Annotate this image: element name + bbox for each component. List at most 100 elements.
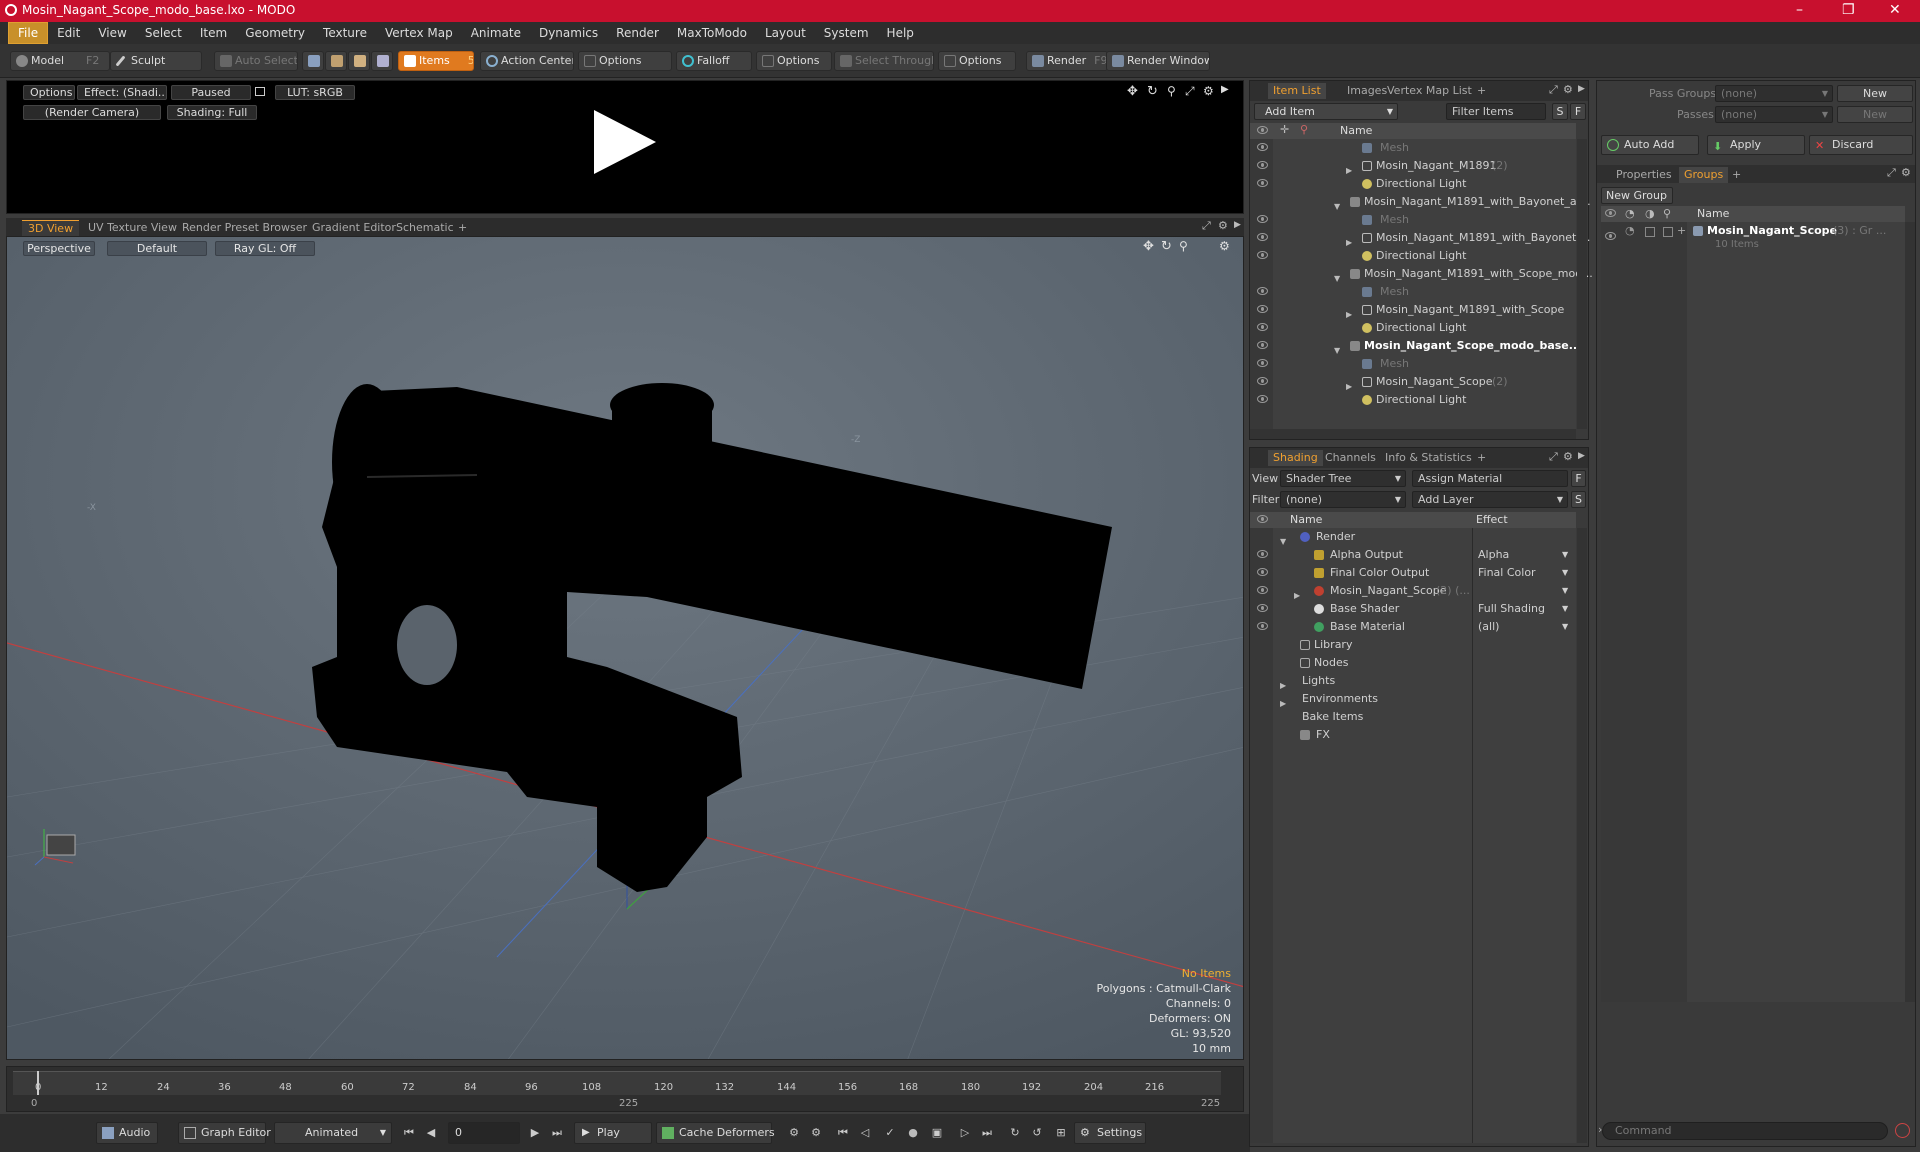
preview-lut-dropdown[interactable]: LUT: sRGB bbox=[275, 85, 355, 100]
apply-button[interactable]: ⬇ Apply bbox=[1707, 135, 1805, 155]
tab-item-list[interactable]: Item List bbox=[1268, 83, 1326, 99]
item-row[interactable]: ▼ Mosin_Nagant_M1891_with_Bayonet_a ... bbox=[1250, 193, 1591, 211]
zoom-icon[interactable]: ⚲ bbox=[1179, 239, 1188, 253]
gear-icon[interactable]: ⚙ bbox=[1563, 450, 1573, 463]
shader-row[interactable]: ▶ Lights bbox=[1250, 672, 1576, 690]
chevron-down-icon[interactable]: ▼ bbox=[1562, 618, 1568, 636]
item-row[interactable]: Mesh bbox=[1250, 139, 1576, 157]
play-icon[interactable] bbox=[594, 110, 656, 174]
lock-icon[interactable] bbox=[255, 87, 265, 96]
raygl-dropdown[interactable]: Ray GL: Off bbox=[215, 241, 315, 256]
next-key-icon[interactable]: ⏭ bbox=[978, 1124, 996, 1142]
new-group-button[interactable]: New Group bbox=[1601, 187, 1673, 204]
menu-view[interactable]: View bbox=[89, 22, 135, 44]
tab-properties[interactable]: Properties bbox=[1611, 167, 1677, 183]
visibility-icon[interactable] bbox=[1257, 287, 1268, 295]
select-toggle[interactable] bbox=[1663, 227, 1673, 237]
visibility-icon[interactable] bbox=[1257, 179, 1268, 187]
action-center-options-button[interactable]: Options bbox=[578, 51, 672, 71]
tab-vertex-map-list[interactable]: Vertex Map List bbox=[1382, 83, 1477, 99]
menu-texture[interactable]: Texture bbox=[314, 22, 376, 44]
pass-groups-dropdown[interactable]: (none) ▼ bbox=[1715, 85, 1833, 102]
tab-render-preset-browser[interactable]: Render Preset Browser bbox=[176, 220, 313, 236]
visibility-icon[interactable] bbox=[1257, 395, 1268, 403]
item-row[interactable]: ▶ Mosin_Nagant_Scope (2) bbox=[1250, 373, 1576, 391]
menu-maxtomodo[interactable]: MaxToModo bbox=[668, 22, 756, 44]
item-row[interactable]: ▶ Mosin_Nagant_M1891_with_Bayonet ... bbox=[1250, 229, 1590, 247]
step-forward-icon[interactable]: ▶ bbox=[526, 1124, 544, 1142]
groups-scrollbar[interactable] bbox=[1905, 222, 1915, 1002]
stop-icon[interactable] bbox=[1895, 1123, 1910, 1138]
menu-geometry[interactable]: Geometry bbox=[236, 22, 314, 44]
item-row[interactable]: Mesh bbox=[1250, 355, 1576, 373]
item-row[interactable]: Directional Light bbox=[1250, 247, 1576, 265]
expand-arrow-icon[interactable]: ▶ bbox=[1234, 220, 1241, 230]
auto-select-button[interactable]: Auto Select bbox=[214, 51, 298, 71]
maximize-icon[interactable]: ⤢ bbox=[1185, 84, 1195, 99]
visibility-icon[interactable] bbox=[1257, 251, 1268, 259]
skip-start-icon[interactable]: ⏮ bbox=[400, 1124, 418, 1142]
item-list-scrollbar[interactable] bbox=[1577, 139, 1587, 429]
group-row[interactable]: ◔ + Mosin_Nagant_Scope (3) : Gr ... 10 I… bbox=[1601, 222, 1905, 254]
expand-icon[interactable]: + bbox=[1677, 222, 1686, 240]
auto-add-button[interactable]: Auto Add bbox=[1601, 135, 1699, 155]
preview-camera-dropdown[interactable]: (Render Camera) bbox=[23, 105, 161, 120]
audio-button[interactable]: Audio bbox=[96, 1122, 158, 1144]
model-button[interactable]: Model F2 bbox=[10, 51, 110, 71]
shading-s-button[interactable]: S bbox=[1571, 491, 1586, 508]
menu-animate[interactable]: Animate bbox=[462, 22, 530, 44]
shader-row[interactable]: ▼ Render bbox=[1250, 528, 1576, 546]
step-back-icon[interactable]: ◀ bbox=[422, 1124, 440, 1142]
timeline[interactable]: 0 12 24 36 48 60 72 84 96 108 120 132 14… bbox=[6, 1066, 1244, 1112]
next-key-icon[interactable]: ▷ bbox=[956, 1124, 974, 1142]
render-window-button[interactable]: Render Window bbox=[1106, 51, 1210, 71]
menu-vertex-map[interactable]: Vertex Map bbox=[376, 22, 462, 44]
rotate-icon[interactable]: ↻ bbox=[1161, 239, 1172, 254]
item-row[interactable]: Directional Light bbox=[1250, 175, 1576, 193]
item-row[interactable]: ▶ Mosin_Nagant_M1891 (2) bbox=[1250, 157, 1576, 175]
animated-dropdown[interactable]: Animated ▼ bbox=[274, 1122, 392, 1144]
key-icon[interactable]: ⚙ bbox=[807, 1124, 825, 1142]
3d-viewport[interactable]: -X -Z Perspective Default Ray GL: Off ✥ … bbox=[6, 236, 1244, 1060]
range-end[interactable]: 225 bbox=[1201, 1098, 1220, 1109]
auto-key-icon[interactable]: ✓ bbox=[881, 1124, 899, 1142]
visibility-icon[interactable] bbox=[1257, 323, 1268, 331]
menu-select[interactable]: Select bbox=[136, 22, 191, 44]
item-row[interactable]: Mesh bbox=[1250, 283, 1576, 301]
shader-row[interactable]: Nodes bbox=[1250, 654, 1576, 672]
visibility-icon[interactable] bbox=[1257, 568, 1268, 576]
perspective-dropdown[interactable]: Perspective bbox=[23, 241, 95, 256]
menu-file[interactable]: File bbox=[8, 22, 49, 44]
graph-editor-button[interactable]: Graph Editor bbox=[178, 1122, 271, 1144]
assign-material-field[interactable]: Assign Material bbox=[1412, 470, 1568, 487]
menu-item[interactable]: Item bbox=[191, 22, 236, 44]
lock-toggle[interactable] bbox=[1645, 227, 1655, 237]
visibility-icon[interactable] bbox=[1257, 143, 1268, 151]
tab-schematic[interactable]: Schematic bbox=[390, 220, 460, 236]
expand-arrow-icon[interactable]: ▶ bbox=[1578, 84, 1585, 94]
shader-row[interactable]: ▶ Mosin_Nagant_Scope (2) (... ▼ bbox=[1250, 582, 1576, 600]
zoom-icon[interactable]: ⚲ bbox=[1167, 84, 1176, 98]
gear-icon[interactable]: ⚙ bbox=[1219, 239, 1230, 253]
select-vertices-button[interactable] bbox=[302, 51, 324, 71]
menu-render[interactable]: Render bbox=[607, 22, 668, 44]
tab-3d-view[interactable]: 3D View bbox=[22, 220, 80, 236]
key-icon[interactable]: ⚙ bbox=[785, 1124, 803, 1142]
shader-row[interactable]: Final Color Output Final Color ▼ bbox=[1250, 564, 1576, 582]
maximize-icon[interactable]: ⤢ bbox=[1887, 166, 1896, 180]
preview-options-button[interactable]: Options bbox=[23, 85, 75, 100]
menu-layout[interactable]: Layout bbox=[756, 22, 815, 44]
visibility-icon[interactable] bbox=[1257, 604, 1268, 612]
visibility-icon[interactable] bbox=[1257, 215, 1268, 223]
tab-info-statistics[interactable]: Info & Statistics bbox=[1380, 450, 1477, 466]
gear-icon[interactable]: ⚙ bbox=[1203, 84, 1214, 98]
visibility-icon[interactable] bbox=[1257, 359, 1268, 367]
gear-icon[interactable]: ⚙ bbox=[1901, 166, 1911, 179]
shader-row[interactable]: FX bbox=[1250, 726, 1576, 744]
record-icon[interactable]: ● bbox=[904, 1124, 922, 1142]
visibility-icon[interactable] bbox=[1257, 550, 1268, 558]
shader-row[interactable]: Library bbox=[1250, 636, 1576, 654]
visibility-icon[interactable] bbox=[1257, 622, 1268, 630]
add-tab-icon[interactable]: + bbox=[1472, 450, 1491, 466]
maximize-icon[interactable]: ⤢ bbox=[1549, 83, 1558, 97]
